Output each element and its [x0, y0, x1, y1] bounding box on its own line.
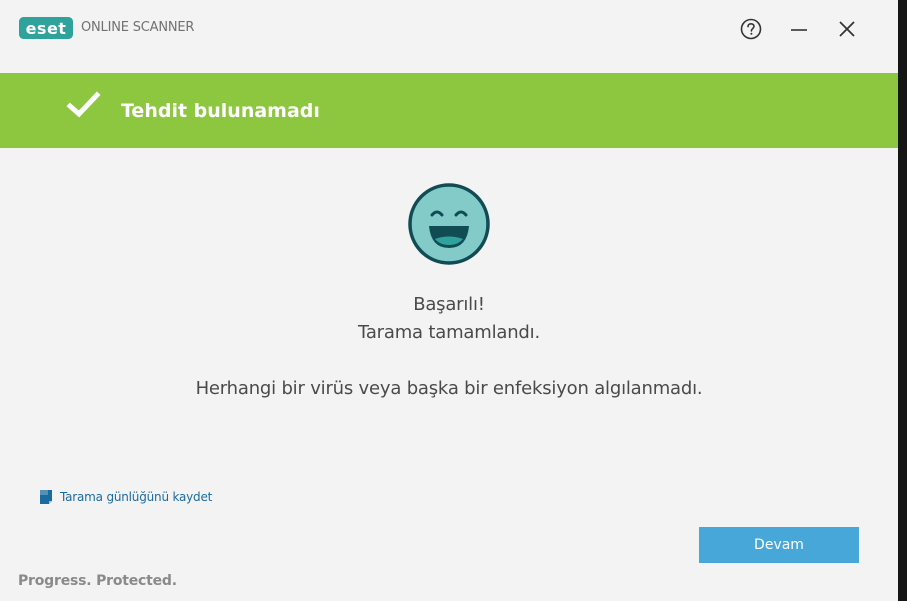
logo-text: eset [26, 19, 67, 38]
scanner-window: eset ONLINE SCANNER Tehdit bulunamadı Ba… [0, 0, 898, 601]
eset-logo: eset [19, 17, 73, 39]
save-log-label: Tarama günlüğünü kaydet [60, 490, 213, 504]
save-document-icon [40, 490, 52, 504]
footer-tagline: Progress. Protected. [18, 573, 177, 589]
help-circle-icon [740, 18, 762, 40]
minimize-icon [791, 29, 807, 31]
result-banner: Tehdit bulunamadı [0, 73, 898, 148]
save-log-link[interactable]: Tarama günlüğünü kaydet [38, 489, 212, 505]
background-edge [898, 0, 907, 601]
check-icon [66, 91, 101, 118]
close-button[interactable] [832, 14, 862, 44]
smiley-face-icon [408, 183, 490, 265]
banner-title: Tehdit bulunamadı [121, 100, 320, 122]
minimize-button[interactable] [784, 14, 814, 44]
continue-button[interactable]: Devam [699, 527, 859, 563]
success-title: Başarılı! [413, 294, 485, 315]
no-infection-text: Herhangi bir virüs veya başka bir enfeks… [195, 378, 703, 399]
close-icon [839, 21, 855, 37]
app-title: ONLINE SCANNER [81, 20, 195, 35]
help-button[interactable] [736, 14, 766, 44]
scan-complete-text: Tarama tamamlandı. [358, 322, 540, 343]
title-bar: eset ONLINE SCANNER [0, 0, 898, 73]
